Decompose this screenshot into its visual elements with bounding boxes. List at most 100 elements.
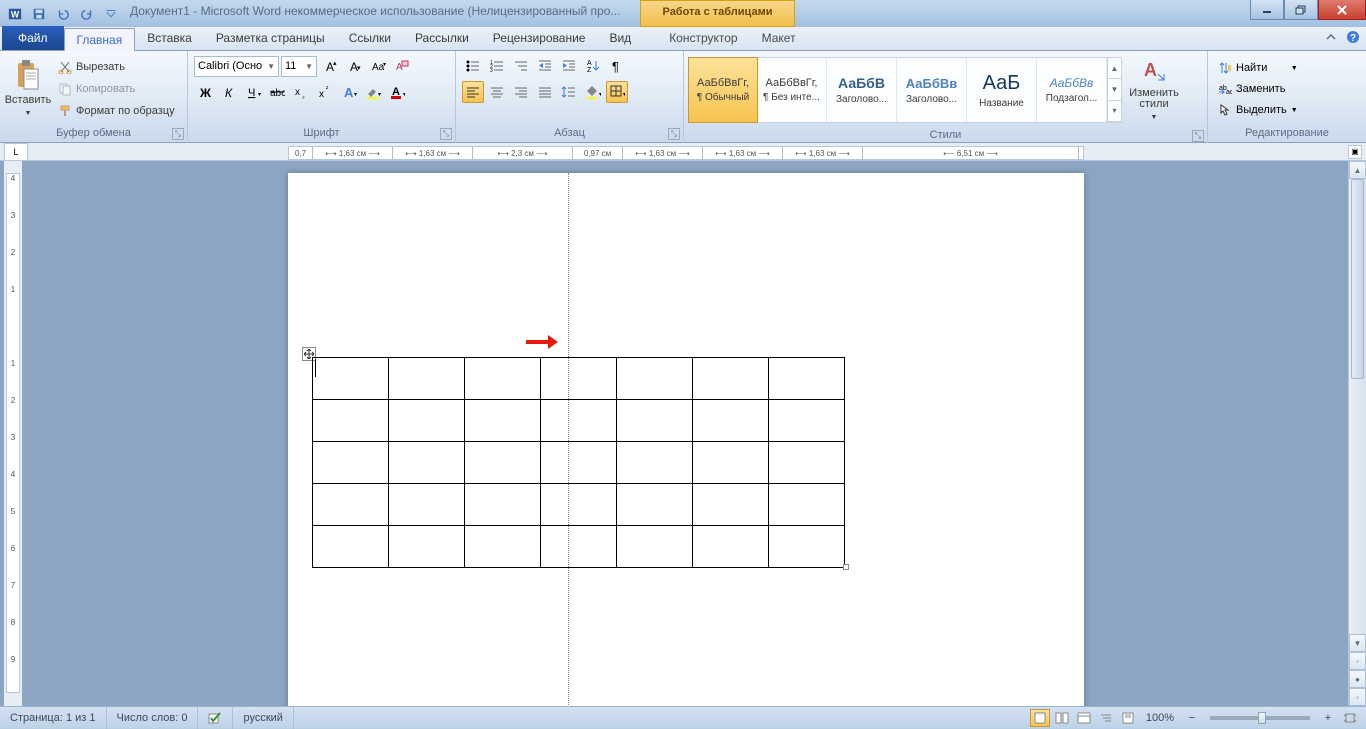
show-marks-icon[interactable]: ¶ — [606, 55, 628, 77]
line-spacing-icon[interactable] — [558, 81, 580, 103]
bold-icon[interactable]: Ж — [194, 81, 216, 103]
table-cell[interactable] — [693, 400, 769, 442]
tab-table-design[interactable]: Конструктор — [657, 27, 749, 50]
table-cell[interactable] — [389, 484, 465, 526]
clipboard-dialog-icon[interactable]: ⤡ — [172, 128, 184, 140]
undo-icon[interactable] — [52, 3, 74, 25]
paste-button[interactable]: Вставить ▼ — [6, 54, 50, 124]
table-cell[interactable] — [313, 400, 389, 442]
close-button[interactable] — [1318, 0, 1366, 20]
tab-references[interactable]: Ссылки — [337, 27, 403, 50]
text-effects-icon[interactable]: A▾ — [338, 81, 360, 103]
zoom-fit-icon[interactable] — [1340, 709, 1360, 727]
scroll-up-icon[interactable]: ▲ — [1349, 161, 1366, 179]
align-right-icon[interactable] — [510, 81, 532, 103]
table-cell[interactable] — [693, 358, 769, 400]
status-proofing[interactable] — [198, 707, 233, 729]
table-cell[interactable] — [693, 442, 769, 484]
paragraph-dialog-icon[interactable]: ⤡ — [668, 128, 680, 140]
next-page-icon[interactable]: ◦ — [1349, 688, 1366, 706]
zoom-in-icon[interactable]: + — [1318, 709, 1338, 727]
table-cell[interactable] — [465, 358, 541, 400]
tab-insert[interactable]: Вставка — [135, 27, 204, 50]
style-item[interactable]: АаБбВвГг,¶ Обычный — [688, 57, 758, 123]
ruler-toggle-icon[interactable]: ▣ — [1348, 145, 1362, 159]
shrink-font-icon[interactable]: A▾ — [343, 55, 365, 77]
table-cell[interactable] — [617, 442, 693, 484]
table-cell[interactable] — [617, 526, 693, 568]
strikethrough-icon[interactable]: abc — [266, 81, 288, 103]
table-cell[interactable] — [693, 526, 769, 568]
view-web-layout-icon[interactable] — [1074, 709, 1094, 727]
tab-review[interactable]: Рецензирование — [481, 27, 598, 50]
table-cell[interactable] — [465, 442, 541, 484]
prev-page-icon[interactable]: ◦ — [1349, 652, 1366, 670]
underline-icon[interactable]: Ч▾ — [242, 81, 264, 103]
font-dialog-icon[interactable]: ⤡ — [440, 128, 452, 140]
table-cell[interactable] — [541, 400, 617, 442]
zoom-slider-thumb[interactable] — [1258, 712, 1266, 724]
select-button[interactable]: Выделить▼ — [1214, 100, 1302, 121]
grow-font-icon[interactable]: A▴ — [319, 55, 341, 77]
status-language[interactable]: русский — [233, 707, 293, 729]
browse-object-icon[interactable]: ● — [1349, 670, 1366, 688]
font-color-icon[interactable]: A▾ — [386, 81, 408, 103]
vertical-scrollbar[interactable]: ▲ ▼ ◦ ● ◦ — [1348, 161, 1366, 706]
table-cell[interactable] — [617, 484, 693, 526]
table-cell[interactable] — [313, 484, 389, 526]
table-cell[interactable] — [465, 526, 541, 568]
find-button[interactable]: Найти▼ — [1214, 58, 1302, 79]
increase-indent-icon[interactable] — [558, 55, 580, 77]
styles-dialog-icon[interactable]: ⤡ — [1192, 130, 1204, 142]
table-cell[interactable] — [389, 442, 465, 484]
style-item[interactable]: АаБНазвание — [967, 58, 1037, 122]
zoom-slider[interactable] — [1210, 716, 1310, 720]
format-painter-button[interactable]: Формат по образцу — [54, 101, 179, 121]
numbering-icon[interactable]: 123 — [486, 55, 508, 77]
view-full-screen-icon[interactable] — [1052, 709, 1072, 727]
table-cell[interactable] — [389, 358, 465, 400]
gallery-up-icon[interactable]: ▲ — [1108, 58, 1121, 79]
decrease-indent-icon[interactable] — [534, 55, 556, 77]
view-draft-icon[interactable] — [1118, 709, 1138, 727]
table-cell[interactable] — [541, 526, 617, 568]
style-item[interactable]: АаБбВвГг,¶ Без инте... — [757, 58, 827, 122]
borders-icon[interactable]: ▾ — [606, 81, 628, 103]
table-cell[interactable] — [541, 358, 617, 400]
help-icon[interactable]: ? — [1346, 30, 1360, 47]
scroll-down-icon[interactable]: ▼ — [1349, 634, 1366, 652]
table-cell[interactable] — [465, 484, 541, 526]
subscript-icon[interactable]: x₂ — [290, 81, 312, 103]
status-word-count[interactable]: Число слов: 0 — [107, 707, 199, 729]
tab-mailings[interactable]: Рассылки — [403, 27, 481, 50]
change-styles-button[interactable]: A Изменить стили ▼ — [1126, 55, 1182, 125]
table-cell[interactable] — [541, 484, 617, 526]
word-icon[interactable]: W — [4, 3, 26, 25]
horizontal-ruler[interactable]: 0,7⟷ 1,63 см ⟶⟷ 1,63 см ⟶⟷ 2,3 см ⟶0,97 … — [288, 146, 1084, 160]
save-icon[interactable] — [28, 3, 50, 25]
align-left-icon[interactable] — [462, 81, 484, 103]
minimize-button[interactable] — [1250, 0, 1284, 20]
style-item[interactable]: АаБбВвЗаголово... — [897, 58, 967, 122]
tab-selector[interactable]: L — [4, 143, 28, 161]
scroll-thumb[interactable] — [1351, 179, 1364, 379]
font-name-combo[interactable]: Calibri (Осно▼ — [194, 56, 279, 77]
tab-page-layout[interactable]: Разметка страницы — [204, 27, 337, 50]
table-cell[interactable] — [769, 442, 845, 484]
table-resize-handle[interactable] — [843, 564, 849, 570]
table-cell[interactable] — [617, 358, 693, 400]
sort-icon[interactable]: AZ — [582, 55, 604, 77]
table-cell[interactable] — [541, 442, 617, 484]
superscript-icon[interactable]: x² — [314, 81, 336, 103]
table-cell[interactable] — [313, 358, 389, 400]
multilevel-list-icon[interactable] — [510, 55, 532, 77]
zoom-out-icon[interactable]: − — [1182, 709, 1202, 727]
tab-view[interactable]: Вид — [597, 27, 643, 50]
align-center-icon[interactable] — [486, 81, 508, 103]
table-cell[interactable] — [769, 484, 845, 526]
tab-home[interactable]: Главная — [64, 28, 136, 51]
redo-icon[interactable] — [76, 3, 98, 25]
restore-button[interactable] — [1284, 0, 1318, 20]
qat-customize-icon[interactable] — [100, 3, 122, 25]
tab-table-layout[interactable]: Макет — [750, 27, 808, 50]
